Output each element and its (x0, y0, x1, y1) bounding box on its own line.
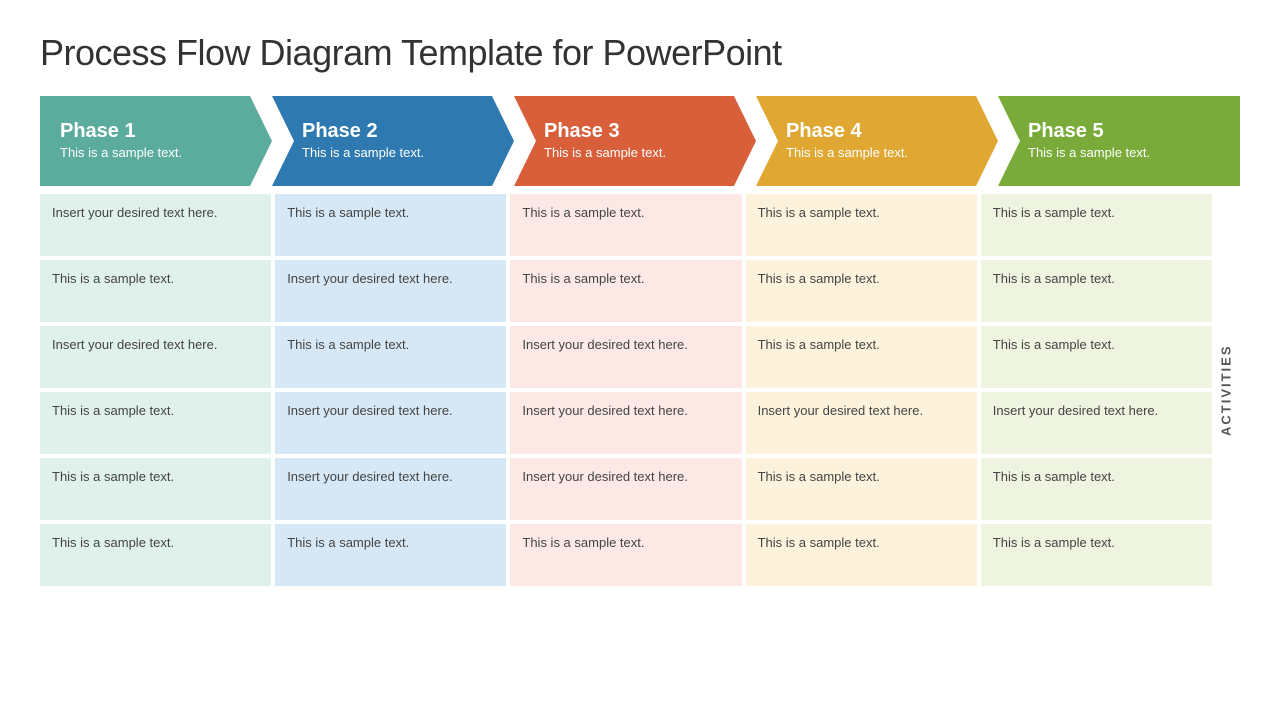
table-cell-r4-c3[interactable]: This is a sample text. (746, 458, 977, 520)
phase-desc: This is a sample text. (302, 145, 500, 162)
table-cell-r5-c0[interactable]: This is a sample text. (40, 524, 271, 586)
table-cell-r0-c4[interactable]: This is a sample text. (981, 194, 1212, 256)
phase-chevron-1: Phase 1 This is a sample text. (40, 96, 272, 186)
page: Process Flow Diagram Template for PowerP… (0, 0, 1280, 720)
table-cell-r1-c2[interactable]: This is a sample text. (510, 260, 741, 322)
table-cell-r1-c4[interactable]: This is a sample text. (981, 260, 1212, 322)
table-cell-r3-c4[interactable]: Insert your desired text here. (981, 392, 1212, 454)
activities-grid: Insert your desired text here.This is a … (40, 194, 1212, 586)
activities-label: ACTIVITIES (1212, 194, 1240, 586)
phase-label: Phase 1 (60, 120, 258, 143)
table-cell-r4-c0[interactable]: This is a sample text. (40, 458, 271, 520)
table-cell-r4-c1[interactable]: Insert your desired text here. (275, 458, 506, 520)
table-cell-r1-c0[interactable]: This is a sample text. (40, 260, 271, 322)
table-cell-r3-c1[interactable]: Insert your desired text here. (275, 392, 506, 454)
phases-row: Phase 1 This is a sample text. Phase 2 T… (40, 96, 1240, 186)
phase-label: Phase 2 (302, 120, 500, 143)
phase-desc: This is a sample text. (60, 145, 258, 162)
table-cell-r2-c4[interactable]: This is a sample text. (981, 326, 1212, 388)
phase-chevron-3: Phase 3 This is a sample text. (514, 96, 756, 186)
phase-label: Phase 3 (544, 120, 742, 143)
page-title: Process Flow Diagram Template for PowerP… (40, 32, 1240, 74)
table-cell-r2-c0[interactable]: Insert your desired text here. (40, 326, 271, 388)
table-cell-r2-c3[interactable]: This is a sample text. (746, 326, 977, 388)
table-cell-r0-c1[interactable]: This is a sample text. (275, 194, 506, 256)
table-cell-r5-c2[interactable]: This is a sample text. (510, 524, 741, 586)
table-cell-r5-c3[interactable]: This is a sample text. (746, 524, 977, 586)
table-cell-r0-c2[interactable]: This is a sample text. (510, 194, 741, 256)
table-cell-r5-c4[interactable]: This is a sample text. (981, 524, 1212, 586)
table-cell-r4-c4[interactable]: This is a sample text. (981, 458, 1212, 520)
phase-label: Phase 4 (786, 120, 984, 143)
phase-chevron-2: Phase 2 This is a sample text. (272, 96, 514, 186)
phase-chevron-5: Phase 5 This is a sample text. (998, 96, 1240, 186)
table-cell-r3-c3[interactable]: Insert your desired text here. (746, 392, 977, 454)
table-cell-r0-c0[interactable]: Insert your desired text here. (40, 194, 271, 256)
table-cell-r1-c3[interactable]: This is a sample text. (746, 260, 977, 322)
table-cell-r3-c2[interactable]: Insert your desired text here. (510, 392, 741, 454)
phase-desc: This is a sample text. (786, 145, 984, 162)
table-cell-r4-c2[interactable]: Insert your desired text here. (510, 458, 741, 520)
table-cell-r0-c3[interactable]: This is a sample text. (746, 194, 977, 256)
phase-desc: This is a sample text. (1028, 145, 1226, 162)
table-cell-r2-c1[interactable]: This is a sample text. (275, 326, 506, 388)
phase-chevron-4: Phase 4 This is a sample text. (756, 96, 998, 186)
table-wrapper: Insert your desired text here.This is a … (40, 194, 1240, 586)
table-cell-r3-c0[interactable]: This is a sample text. (40, 392, 271, 454)
table-cell-r5-c1[interactable]: This is a sample text. (275, 524, 506, 586)
table-cell-r1-c1[interactable]: Insert your desired text here. (275, 260, 506, 322)
phase-desc: This is a sample text. (544, 145, 742, 162)
table-cell-r2-c2[interactable]: Insert your desired text here. (510, 326, 741, 388)
phase-label: Phase 5 (1028, 120, 1226, 143)
